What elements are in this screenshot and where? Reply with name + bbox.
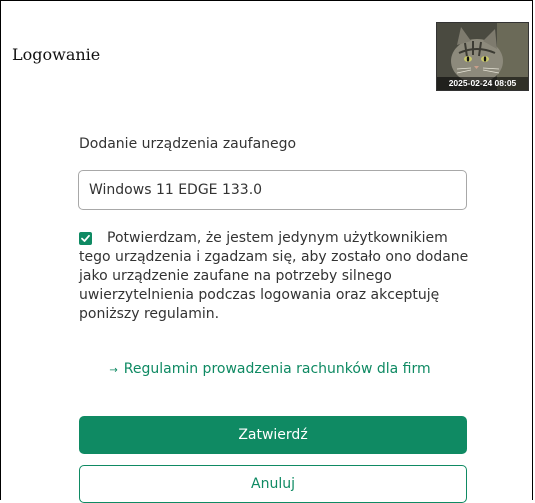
arrow-right-icon: → — [109, 365, 118, 376]
device-name-input[interactable] — [78, 170, 467, 210]
terms-link-label: Regulamin prowadzenia rachunków dla firm — [123, 361, 431, 377]
page-title: Logowanie — [12, 45, 101, 64]
photo-timestamp: 2025-02-24 08:05 — [437, 77, 528, 90]
consent-text: Potwierdzam, że jestem jedynym użytkowni… — [79, 230, 469, 322]
profile-thumbnail: 2025-02-24 08:05 — [436, 22, 529, 91]
confirm-button[interactable]: Zatwierdź — [79, 416, 467, 454]
trusted-device-label: Dodanie urządzenia zaufanego — [79, 136, 297, 152]
cancel-button[interactable]: Anuluj — [79, 465, 467, 503]
terms-link[interactable]: → Regulamin prowadzenia rachunków dla fir… — [100, 360, 440, 380]
